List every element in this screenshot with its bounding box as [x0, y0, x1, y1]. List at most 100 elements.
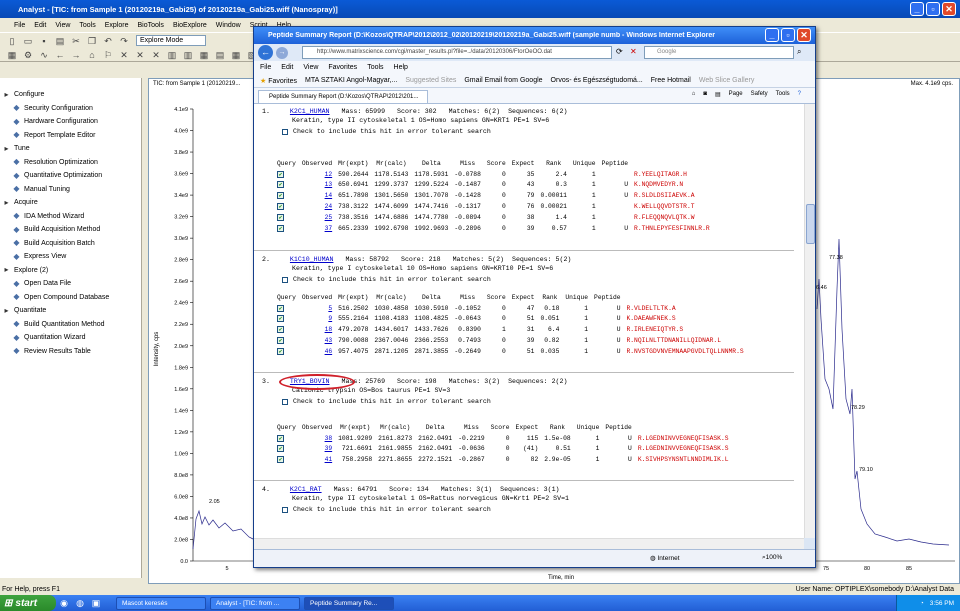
query-link[interactable]: 24 [299, 201, 335, 212]
checked-icon[interactable]: ✔ [277, 170, 284, 178]
nav-item[interactable]: ◆ Express View [2, 250, 141, 264]
tool-icon[interactable]: ✕ [135, 50, 145, 60]
nav-item[interactable]: ▸ Explore (2) [2, 264, 141, 278]
query-link[interactable]: 5 [299, 303, 335, 314]
nav-item[interactable]: ▸ Acquire [2, 196, 141, 210]
tool-icon[interactable]: ✕ [119, 50, 129, 60]
fav-link[interactable]: MTA SZTAKI Angol-Magyar,... [305, 77, 397, 84]
hit-accession-link[interactable]: K2C1_HUMAN [290, 108, 330, 115]
row-checkbox[interactable]: ✔ [274, 180, 299, 191]
error-tolerant-checkbox[interactable]: Check to include this hit in error toler… [262, 505, 792, 514]
fav-link[interactable]: Gmail Email from Google [464, 77, 542, 84]
query-link[interactable]: 37 [299, 223, 335, 234]
peptide-sequence[interactable]: R.VLDELTLTK.A [624, 303, 747, 314]
tool-icon[interactable]: ⌂ [87, 50, 97, 60]
checked-icon[interactable]: ✔ [277, 445, 284, 453]
peptide-sequence[interactable]: R.YEELQITAGR.H [631, 169, 713, 180]
chart-icon[interactable]: ▦ [231, 50, 241, 60]
chart-icon[interactable]: ▥ [183, 50, 193, 60]
home-icon[interactable]: ⌂ [692, 91, 696, 98]
checked-icon[interactable]: ✔ [277, 213, 284, 221]
ie-menu-help[interactable]: Help [394, 64, 408, 71]
error-tolerant-checkbox[interactable]: Check to include this hit in error toler… [262, 275, 792, 284]
tool-icon[interactable]: ✕ [151, 50, 161, 60]
scroll-thumb[interactable] [806, 204, 815, 244]
query-link[interactable]: 41 [299, 454, 335, 465]
vertical-scrollbar[interactable] [804, 104, 815, 538]
menu-bioexplore[interactable]: BioExplore [173, 22, 207, 29]
query-link[interactable]: 12 [299, 169, 335, 180]
tool-icon[interactable]: ∿ [39, 50, 49, 60]
fav-link[interactable]: Suggested Sites [405, 77, 456, 84]
checked-icon[interactable]: ✔ [277, 224, 284, 232]
ie-menu-tools[interactable]: Tools [367, 64, 383, 71]
menu-tools[interactable]: Tools [79, 22, 95, 29]
query-link[interactable]: 18 [299, 324, 335, 335]
query-link[interactable]: 25 [299, 212, 335, 223]
row-checkbox[interactable]: ✔ [274, 303, 299, 314]
back-icon[interactable]: ← [55, 50, 65, 60]
undo-icon[interactable]: ↶ [103, 36, 113, 46]
nav-item[interactable]: ◆ Hardware Configuration [2, 115, 141, 129]
fav-link[interactable]: Free Hotmail [651, 77, 691, 84]
zoom-label[interactable]: ⌕100% [762, 554, 782, 562]
task-ie[interactable]: Peptide Summary Re... [304, 596, 394, 610]
horizontal-scrollbar[interactable] [254, 538, 804, 549]
close-icon[interactable]: ✕ [797, 28, 811, 42]
chart-icon[interactable]: ▥ [167, 50, 177, 60]
new-icon[interactable]: ▯ [7, 36, 17, 46]
chart-icon[interactable]: ▦ [199, 50, 209, 60]
quicklaunch-icon[interactable]: ◍ [75, 598, 85, 608]
nav-item[interactable]: ◆ IDA Method Wizard [2, 210, 141, 224]
url-field[interactable]: http://www.matrixscience.com/cgi/master_… [302, 46, 612, 59]
ie-tab[interactable]: Peptide Summary Report (D:\Kozos\QTRAP\2… [258, 90, 428, 103]
forward-icon[interactable]: → [71, 50, 81, 60]
query-link[interactable]: 39 [299, 444, 335, 455]
row-checkbox[interactable]: ✔ [274, 201, 299, 212]
checked-icon[interactable]: ✔ [277, 315, 284, 323]
nav-item[interactable]: ◆ Review Results Table [2, 345, 141, 359]
peptide-sequence[interactable]: R.IRLENEIQTYR.S [624, 324, 747, 335]
row-checkbox[interactable]: ✔ [274, 433, 299, 444]
error-tolerant-checkbox[interactable]: Check to include this hit in error toler… [262, 127, 792, 136]
refresh-icon[interactable]: ⟳ [616, 47, 623, 56]
help-icon[interactable]: ? [798, 91, 801, 98]
search-icon[interactable]: ⌕ [797, 47, 801, 57]
maximize-icon[interactable]: ▫ [781, 28, 795, 42]
stop-icon[interactable]: ✕ [630, 47, 637, 56]
nav-item[interactable]: ◆ Open Compound Database [2, 291, 141, 305]
menu-edit[interactable]: Edit [34, 22, 46, 29]
error-tolerant-checkbox[interactable]: Check to include this hit in error toler… [262, 397, 792, 406]
checked-icon[interactable]: ✔ [277, 192, 284, 200]
nav-item[interactable]: ▸ Quantitate [2, 304, 141, 318]
task-mascot[interactable]: Mascot keresés [116, 596, 206, 610]
checked-icon[interactable]: ✔ [277, 304, 284, 312]
close-icon[interactable]: ✕ [942, 2, 956, 16]
redo-icon[interactable]: ↷ [119, 36, 129, 46]
back-button[interactable]: ← [258, 45, 273, 60]
peptide-sequence[interactable]: K.SIVHPSYNSNTLNNDIMLIK.L [635, 454, 732, 465]
checked-icon[interactable]: ✔ [277, 347, 284, 355]
nav-item[interactable]: ◆ Security Configuration [2, 102, 141, 116]
peptide-sequence[interactable]: R.SLDLDSIIAEVK.A [631, 190, 713, 201]
nav-item[interactable]: ◆ Quantitation Wizard [2, 331, 141, 345]
query-link[interactable]: 43 [299, 335, 335, 346]
menu-biotools[interactable]: BioTools [137, 22, 163, 29]
peptide-sequence[interactable]: K.NQDMVEDYR.N [631, 180, 713, 191]
mode-select[interactable]: Explore Mode [136, 35, 206, 46]
menu-file[interactable]: File [14, 22, 25, 29]
checked-icon[interactable]: ✔ [277, 434, 284, 442]
checkbox-icon[interactable] [282, 506, 288, 513]
copy-icon[interactable]: ❐ [87, 36, 97, 46]
cut-icon[interactable]: ✂ [71, 36, 81, 46]
start-button[interactable]: ⊞ start [0, 595, 56, 611]
hit-accession-link[interactable]: K1C10_HUMAN [290, 256, 334, 263]
row-checkbox[interactable]: ✔ [274, 454, 299, 465]
nav-item[interactable]: ◆ Quantitative Optimization [2, 169, 141, 183]
query-link[interactable]: 13 [299, 180, 335, 191]
query-link[interactable]: 14 [299, 190, 335, 201]
maximize-icon[interactable]: ▫ [926, 2, 940, 16]
open-icon[interactable]: ▭ [23, 36, 33, 46]
peptide-sequence[interactable]: R.LGEDNINVVEGNEQFISASK.S [635, 444, 732, 455]
row-checkbox[interactable]: ✔ [274, 346, 299, 357]
